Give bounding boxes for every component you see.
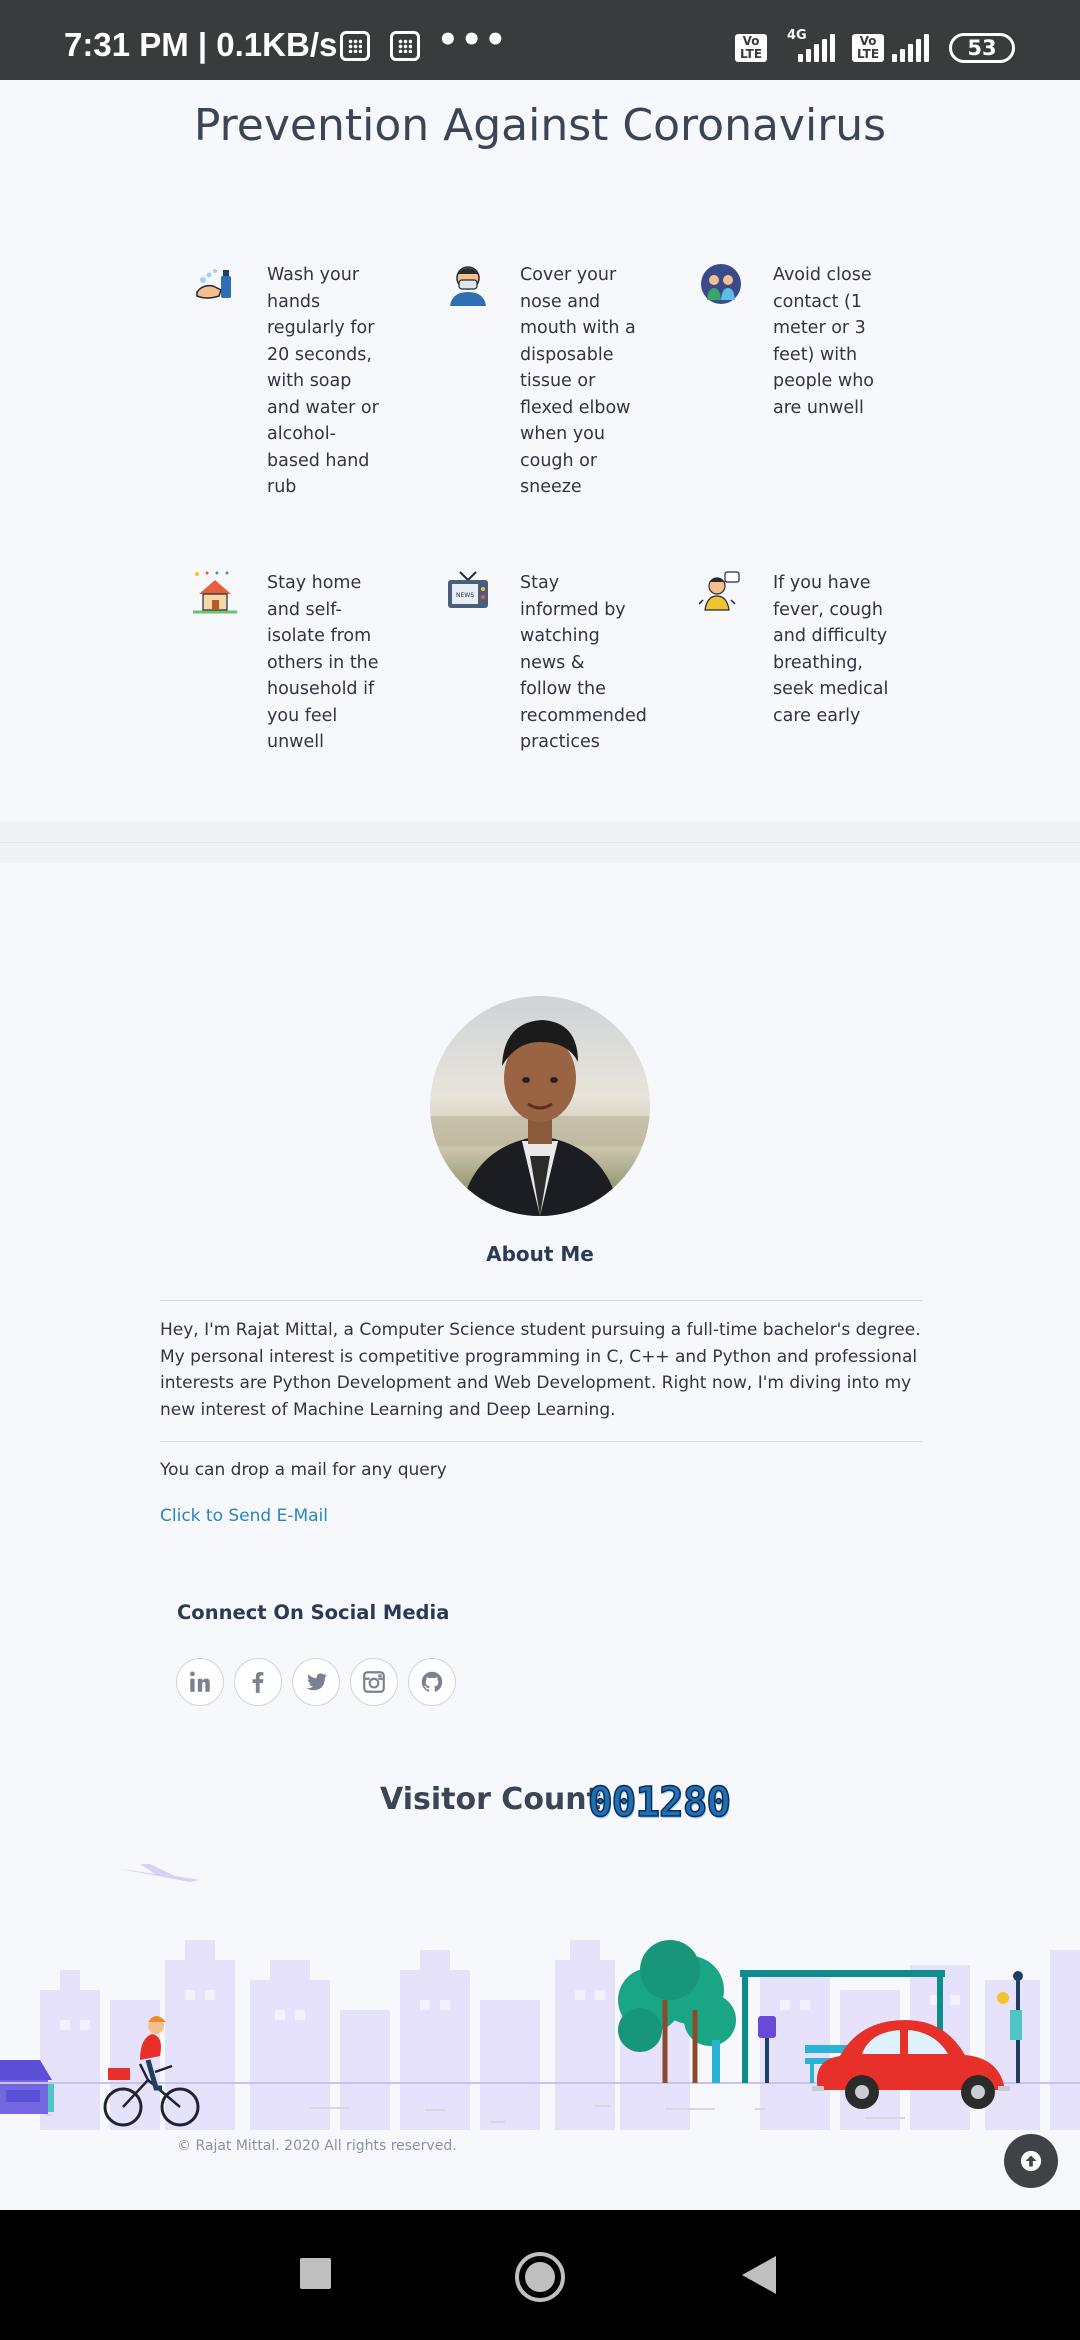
- instagram-link[interactable]: [350, 1658, 398, 1706]
- tip-text: Avoid close contact (1 meter or 3 feet) …: [773, 265, 874, 418]
- profile-photo: [430, 1020, 650, 1216]
- linkedin-icon: [190, 1671, 210, 1692]
- tip-text: Stay informed by watching news & follow …: [520, 573, 647, 752]
- volte-icon: Vo LTE: [852, 34, 884, 62]
- stay-home-icon: [193, 571, 237, 614]
- battery-icon: 53: [949, 33, 1015, 63]
- twitter-icon: [306, 1673, 327, 1691]
- about-divider: [160, 1300, 922, 1301]
- about-text: Hey, I'm Rajat Mittal, a Computer Scienc…: [160, 1320, 921, 1420]
- github-link[interactable]: [408, 1658, 456, 1706]
- back-button[interactable]: [742, 2256, 776, 2294]
- recent-apps-button[interactable]: [300, 2258, 331, 2289]
- footer-city-illustration: [0, 1864, 1080, 2130]
- scroll-to-top-button[interactable]: [1004, 2134, 1058, 2188]
- tv-news-label: NEWS: [456, 592, 474, 599]
- mail-prompt: You can drop a mail for any query: [160, 1460, 447, 1480]
- prevention-title: Prevention Against Coronavirus: [193, 100, 887, 151]
- github-icon: [421, 1671, 443, 1692]
- social-distance-icon: [701, 264, 741, 304]
- facebook-icon: [252, 1672, 264, 1693]
- status-bar: 7:31 PM | 0.1KB/s ••• Vo LTE 4G Vo LTE 5…: [0, 0, 1080, 80]
- calculator-notification-icon: [390, 31, 420, 61]
- face-mask-icon: [450, 266, 486, 306]
- visitor-label: Visitor Count:: [380, 1782, 613, 1817]
- linkedin-link[interactable]: [176, 1658, 224, 1706]
- facebook-link[interactable]: [234, 1658, 282, 1706]
- avatar: [430, 996, 650, 1216]
- tip-text: Stay home and self-isolate from others i…: [267, 573, 379, 752]
- section-divider: [0, 822, 1080, 842]
- section-divider: [0, 843, 1080, 863]
- signal-icon: [892, 32, 932, 62]
- social-title: Connect On Social Media: [177, 1601, 450, 1624]
- copyright-text: © Rajat Mittal. 2020 All rights reserved…: [177, 2138, 457, 2154]
- news-tv-icon: NEWS: [448, 571, 488, 608]
- instagram-icon: [363, 1671, 385, 1693]
- more-notifications-icon: •••: [437, 20, 509, 60]
- system-navigation-bar: [0, 2210, 1080, 2340]
- calculator-notification-icon: [340, 31, 370, 61]
- tip-text: Wash your hands regularly for 20 seconds…: [267, 265, 379, 497]
- home-button[interactable]: [515, 2252, 565, 2302]
- twitter-link[interactable]: [292, 1658, 340, 1706]
- volte-icon: Vo LTE: [735, 34, 767, 62]
- tip-text: Cover your nose and mouth with a disposa…: [520, 265, 636, 497]
- airplane-icon: [115, 1864, 200, 1882]
- arrow-up-icon: [1020, 2150, 1042, 2172]
- about-title: About Me: [486, 1242, 594, 1266]
- doctor-consult-icon: [699, 571, 740, 611]
- signal-icon: [798, 32, 838, 62]
- send-email-link[interactable]: Click to Send E-Mail: [160, 1506, 328, 1526]
- status-time: 7:31 PM | 0.1KB/s: [64, 26, 338, 63]
- tip-text: If you have fever, cough and difficulty …: [773, 573, 889, 726]
- visitor-counter: 001280: [587, 1777, 732, 1827]
- hand-wash-icon: [196, 269, 231, 299]
- about-divider: [160, 1441, 922, 1442]
